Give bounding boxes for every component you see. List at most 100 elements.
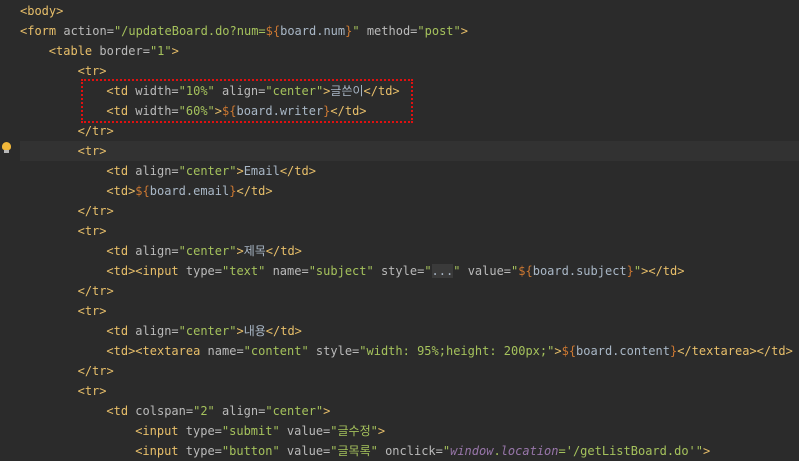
code-token: > <box>460 24 468 38</box>
code-line[interactable]: <td align="center">제목</td> <box>20 241 799 261</box>
code-line[interactable]: <input type="submit" value="글수정"> <box>20 421 799 441</box>
code-token: > <box>703 444 711 458</box>
code-token: <tr> <box>77 384 107 398</box>
code-token: "글목록" <box>330 444 386 458</box>
code-token: "content" <box>243 344 316 358</box>
code-line[interactable]: <td>${board.email}</td> <box>20 181 799 201</box>
code-token: "center" <box>178 164 237 178</box>
code-token: > <box>236 324 244 338</box>
code-token: method= <box>366 24 418 38</box>
code-line[interactable]: <td><input type="text" name="subject" st… <box>20 261 799 281</box>
code-token: > <box>377 424 386 438</box>
code-token: <td> <box>106 184 136 198</box>
code-token: </tr> <box>77 204 114 218</box>
code-token: align= <box>135 244 179 258</box>
code-token: ... <box>431 264 454 278</box>
code-token: <body> <box>20 4 64 18</box>
code-token: ${ <box>561 344 577 358</box>
code-token: </textarea></td> <box>677 344 793 358</box>
code-line[interactable]: </tr> <box>20 281 799 301</box>
code-token: ${ <box>265 24 281 38</box>
code-token: "/updateBoard.do?num= <box>113 24 266 38</box>
code-line[interactable]: </tr> <box>20 201 799 221</box>
code-line[interactable]: <tr> <box>20 381 799 401</box>
code-token: " <box>352 24 367 38</box>
code-line[interactable]: <td colspan="2" align="center"> <box>20 401 799 421</box>
code-token: board.email <box>149 184 230 198</box>
code-token: onclick= <box>385 444 443 458</box>
code-token: "center" <box>178 324 237 338</box>
code-line[interactable]: <tr> <box>20 61 799 81</box>
code-token: colspan= <box>135 404 194 418</box>
code-line[interactable]: <td><textarea name="content" style="widt… <box>20 341 799 361</box>
code-token: " <box>453 264 468 278</box>
code-token: type= <box>185 444 222 458</box>
code-token: <td <box>106 244 136 258</box>
code-line[interactable]: <table border="1"> <box>20 41 799 61</box>
code-token: style= <box>315 344 360 358</box>
code-line[interactable]: <tr> <box>20 141 799 161</box>
code-token: "submit" <box>221 424 287 438</box>
code-token: <td <box>106 324 136 338</box>
code-token: <td <box>106 164 136 178</box>
code-token: window <box>450 444 494 458</box>
code-token: ${ <box>518 264 533 278</box>
code-token: board.subject <box>532 264 627 278</box>
code-token: value= <box>286 444 331 458</box>
code-line[interactable]: <td align="center">내용</td> <box>20 321 799 341</box>
code-token: </tr> <box>77 364 114 378</box>
code-token: > <box>323 404 331 418</box>
code-line[interactable]: <form action="/updateBoard.do?num=${boar… <box>20 21 799 41</box>
code-token: ='/getListBoard.do'" <box>558 444 704 458</box>
code-token: board.content <box>576 344 670 358</box>
red-highlight-box <box>81 79 413 123</box>
code-token: value= <box>467 264 512 278</box>
code-token: <input <box>135 424 186 438</box>
code-token: 내용 <box>243 324 266 338</box>
editor-gutter <box>0 0 16 454</box>
lightbulb-icon[interactable] <box>2 142 11 153</box>
code-token: align= <box>222 404 266 418</box>
code-token: "1" <box>149 44 172 58</box>
code-token: ${ <box>135 184 150 198</box>
code-token: . <box>493 444 501 458</box>
code-line[interactable]: </tr> <box>20 361 799 381</box>
code-line[interactable]: <tr> <box>20 301 799 321</box>
code-token: > <box>171 44 179 58</box>
code-token: "2" <box>193 404 222 418</box>
code-token: align= <box>135 324 179 338</box>
code-token: <table <box>48 44 100 58</box>
code-token: "text" <box>222 264 273 278</box>
code-token: <tr> <box>77 304 107 318</box>
code-token: > <box>236 164 244 178</box>
code-editor[interactable]: <body> <form action="/updateBoard.do?num=… <box>20 0 799 458</box>
code-token: <tr> <box>77 224 107 238</box>
code-token: name= <box>207 344 244 358</box>
code-token: ></td> <box>641 264 685 278</box>
code-token: "center" <box>178 244 237 258</box>
code-token: <td <box>106 404 136 418</box>
code-token: </td> <box>279 164 316 178</box>
code-token: "글수정" <box>330 424 378 438</box>
code-token: <tr> <box>77 144 107 158</box>
code-token: } <box>626 264 634 278</box>
code-token: location <box>500 444 559 458</box>
code-token: action= <box>63 24 114 38</box>
code-line[interactable]: <tr> <box>20 221 799 241</box>
code-token: <input <box>135 444 186 458</box>
code-token: "button" <box>221 444 287 458</box>
code-token: Email <box>243 164 280 178</box>
code-line[interactable]: <input type="button" value="글목록" onclick… <box>20 441 799 461</box>
code-token: </td> <box>265 244 302 258</box>
code-token: border= <box>99 44 150 58</box>
code-token: > <box>236 244 244 258</box>
code-token: > <box>554 344 562 358</box>
code-token: type= <box>185 264 222 278</box>
code-line[interactable]: </tr> <box>20 121 799 141</box>
code-token: "center" <box>265 404 324 418</box>
code-line[interactable]: <td align="center">Email</td> <box>20 161 799 181</box>
code-token: <form <box>20 24 64 38</box>
code-token: "post" <box>417 24 461 38</box>
code-line[interactable]: <body> <box>20 1 799 21</box>
code-token: " <box>424 264 432 278</box>
